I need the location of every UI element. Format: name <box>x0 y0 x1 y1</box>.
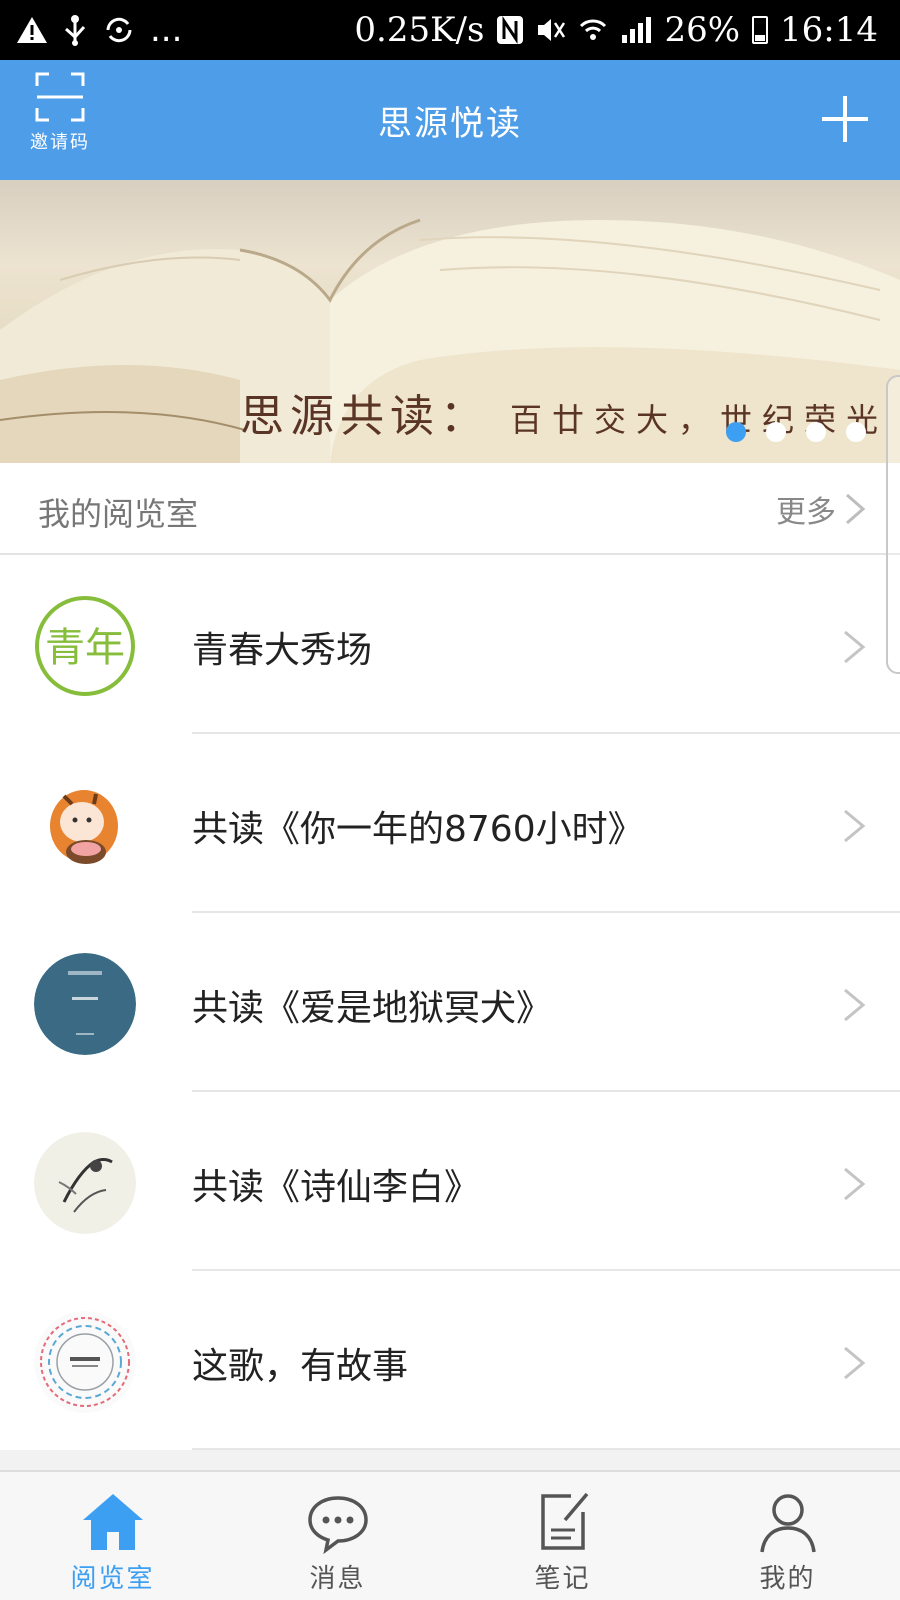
status-bar: ... 0.25K/s 26% 16:14 <box>0 0 900 60</box>
list-item[interactable]: 共读《诗仙李白》 <box>0 1092 900 1271</box>
app-header: 邀请码 思源悦读 <box>0 60 900 180</box>
tab-messages[interactable]: 消息 <box>225 1472 450 1600</box>
more-notifications: ... <box>150 10 183 50</box>
tab-label: 笔记 <box>534 1564 591 1594</box>
carousel-dot[interactable] <box>846 422 866 442</box>
tab-reading-room[interactable]: 阅览室 <box>0 1472 225 1600</box>
room-title: 共读《你一年的8760小时》 <box>192 809 644 850</box>
reading-room-list: 青年 青春大秀场 共读《你一年的8760小时》 共读《爱是地狱冥犬》 共读《诗仙… <box>0 555 900 1450</box>
room-title: 青春大秀场 <box>192 630 373 671</box>
bottom-tab-bar: 阅览室 消息 笔记 我的 <box>0 1470 900 1600</box>
room-title: 这歌，有故事 <box>192 1346 409 1387</box>
room-title: 共读《诗仙李白》 <box>192 1167 481 1208</box>
chevron-right-icon <box>844 1346 866 1380</box>
list-item[interactable]: 这歌，有故事 <box>0 1271 900 1450</box>
warning-icon <box>16 12 48 48</box>
tab-label: 我的 <box>759 1564 816 1594</box>
tab-notes[interactable]: 笔记 <box>450 1472 675 1600</box>
list-item[interactable]: 青年 青春大秀场 <box>0 555 900 734</box>
chat-bubble-icon <box>307 1496 368 1554</box>
qing-logo-icon: 青年 <box>34 595 136 697</box>
net-speed: 0.25K/s <box>354 10 485 50</box>
room-title: 共读《爱是地狱冥犬》 <box>192 988 553 1029</box>
book-cover-icon <box>34 953 136 1055</box>
carousel-dot[interactable] <box>766 422 786 442</box>
carousel-indicators <box>726 422 866 442</box>
banner-caption-main: 思源共读： <box>240 391 490 442</box>
tiger-cartoon-icon <box>34 774 136 876</box>
tab-label: 消息 <box>309 1564 366 1594</box>
music-record-icon <box>34 1311 136 1413</box>
add-icon[interactable] <box>822 96 868 142</box>
chevron-right-icon <box>844 809 866 843</box>
tab-label: 阅览室 <box>70 1564 155 1594</box>
more-button[interactable]: 更多 <box>776 487 866 531</box>
battery-icon <box>752 16 769 44</box>
carousel-dot[interactable] <box>726 422 746 442</box>
tab-me[interactable]: 我的 <box>675 1472 900 1600</box>
home-icon <box>82 1494 143 1550</box>
clock: 16:14 <box>780 10 878 50</box>
signal-icon <box>620 12 652 48</box>
page-title: 思源悦读 <box>378 104 522 144</box>
edge-panel-handle[interactable] <box>886 375 900 674</box>
wifi-icon <box>578 12 608 48</box>
ink-painting-icon <box>34 1132 136 1234</box>
more-label: 更多 <box>776 495 836 530</box>
reading-room-section-header: 我的阅览室 更多 <box>0 463 900 555</box>
mute-icon <box>536 12 566 48</box>
chevron-right-icon <box>844 630 866 664</box>
chevron-right-icon <box>844 1167 866 1201</box>
svg-text:青年: 青年 <box>45 625 125 671</box>
section-title: 我的阅览室 <box>38 495 199 533</box>
banner-carousel[interactable]: 思源共读： 百廿交大，世纪荣光 <box>0 180 900 463</box>
person-icon <box>759 1494 816 1553</box>
list-item[interactable]: 共读《爱是地狱冥犬》 <box>0 913 900 1092</box>
battery-percent: 26% <box>664 10 741 50</box>
sync-icon <box>102 12 136 48</box>
chevron-right-icon <box>844 988 866 1022</box>
divider <box>192 1448 900 1450</box>
usb-icon <box>62 12 88 48</box>
nfc-icon <box>496 12 524 48</box>
note-edit-icon <box>540 1492 588 1550</box>
chevron-right-icon <box>846 493 866 525</box>
list-item[interactable]: 共读《你一年的8760小时》 <box>0 734 900 913</box>
carousel-dot[interactable] <box>806 422 826 442</box>
